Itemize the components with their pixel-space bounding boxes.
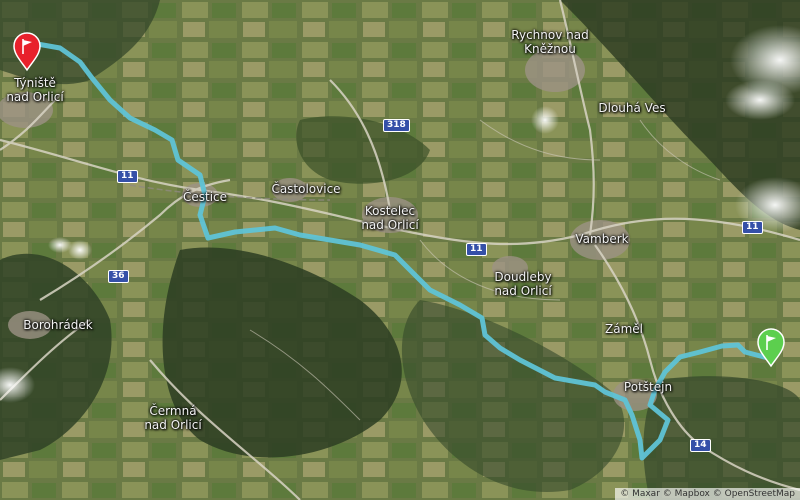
road-shield-14: 14 [690, 439, 711, 452]
road-shield-36: 36 [108, 270, 129, 283]
place-label-potstejn: Potštejn [623, 380, 673, 394]
finish-flag-icon[interactable] [756, 328, 786, 368]
place-label-borohradek: Borohrádek [23, 318, 93, 332]
place-label-kostelec: Kostelec nad Orlicí [361, 204, 419, 232]
place-label-vamberk: Vamberk [575, 232, 629, 246]
place-label-dlouha-ves: Dlouhá Ves [598, 101, 666, 115]
place-label-tyniste: Týniště nad Orlicí [6, 76, 64, 104]
place-label-zamel: Záměl [605, 322, 643, 336]
road-shield-11: 11 [742, 221, 763, 234]
place-label-rychnov: Rychnov nad Kněžnou [511, 28, 589, 56]
start-flag-icon[interactable] [12, 32, 42, 72]
road-shield-11: 11 [117, 170, 138, 183]
road-shield-318: 318 [383, 119, 410, 132]
place-label-cestice: Čestice [182, 190, 228, 204]
place-label-doudleby: Doudleby nad Orlicí [494, 270, 552, 298]
satellite-imagery [0, 0, 800, 500]
place-label-castolovice: Častolovice [271, 182, 341, 196]
map-view[interactable]: Týniště nad Orlicí Rychnov nad Kněžnou D… [0, 0, 800, 500]
road-shield-11: 11 [466, 243, 487, 256]
place-label-cermna: Čermná nad Orlicí [144, 404, 202, 432]
map-attribution[interactable]: © Maxar © Mapbox © OpenStreetMap [615, 488, 800, 500]
